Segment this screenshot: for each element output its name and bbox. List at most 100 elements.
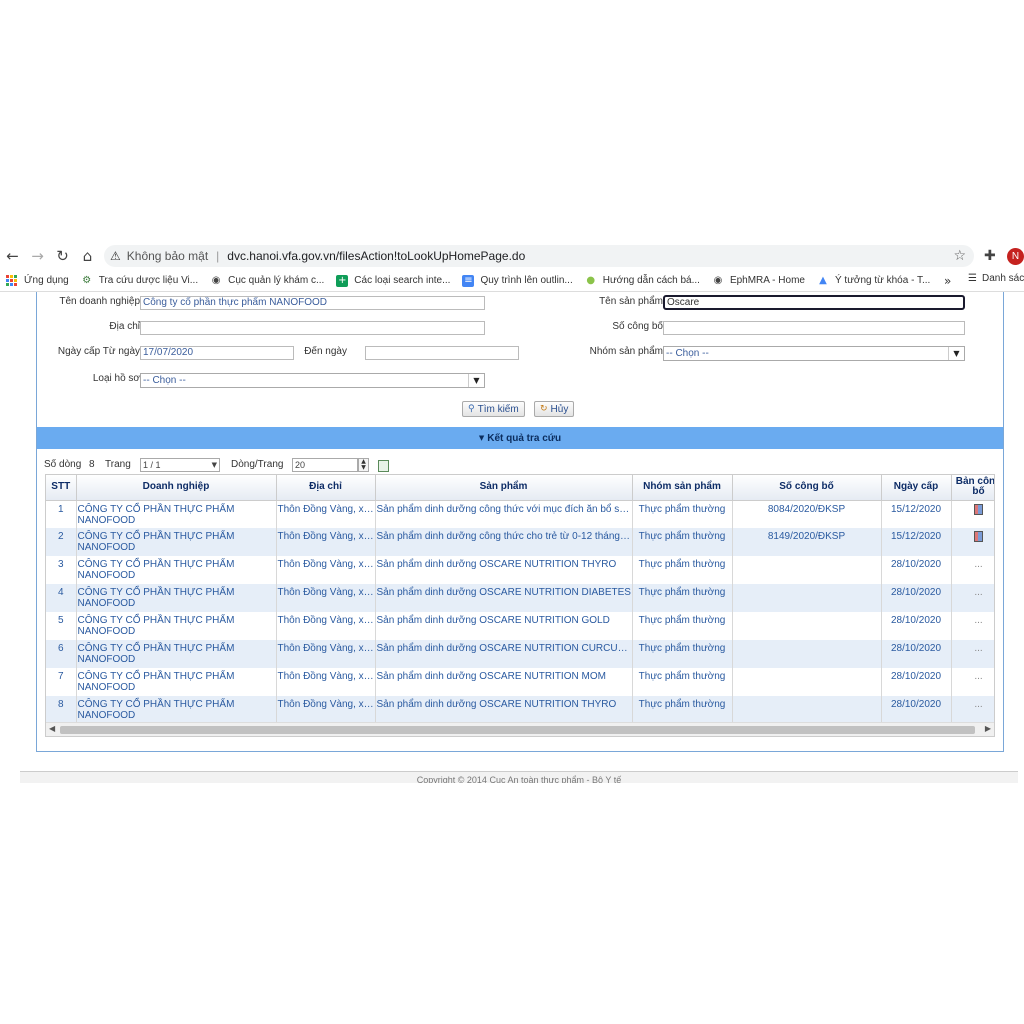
cell-document[interactable]: ... (951, 640, 994, 668)
cell-cert-no (732, 584, 882, 612)
col-header-product[interactable]: Sản phẩm (375, 475, 633, 501)
bookmark-item[interactable]: ⚙ Tra cứu dược liệu Vi... (81, 275, 198, 287)
company-input[interactable]: Công ty cổ phần thực phẩm NANOFOOD (140, 296, 485, 310)
table-row[interactable]: 5 CÔNG TY CỔ PHẦN THỰC PHẨM NANOFOOD Thôn … (46, 612, 994, 640)
cell-stt[interactable]: 5 (46, 612, 77, 640)
col-header-cert-no[interactable]: Số công bố (732, 475, 882, 501)
page-label: Trang (105, 459, 131, 470)
omnibox[interactable]: ⚠ Không bảo mật | dvc.hanoi.vfa.gov.vn/f… (104, 245, 974, 267)
chevron-down-icon[interactable]: ▼ (468, 374, 484, 387)
page-select[interactable]: 1 / 1 ▼ (140, 458, 220, 472)
file-type-label: Loại hồ sơ (92, 373, 140, 384)
bookmarks-overflow-button[interactable]: » (944, 274, 951, 288)
table-row[interactable]: 1 CÔNG TY CỔ PHẦN THỰC PHẨM NANOFOOD Thôn … (46, 500, 994, 528)
col-header-company[interactable]: Doanh nghiệp (76, 475, 277, 501)
cell-document[interactable]: ... (951, 584, 994, 612)
address-input[interactable] (140, 321, 485, 335)
home-icon[interactable]: ⌂ (75, 242, 100, 270)
cert-no-input[interactable] (663, 321, 965, 335)
reading-list-button[interactable]: ☰ Danh sác (968, 273, 1024, 284)
table-row[interactable]: 8 CÔNG TY CỔ PHẦN THỰC PHẨM NANOFOOD Thôn … (46, 696, 994, 724)
cell-address: Thôn Đồng Vàng, xã... (276, 500, 376, 528)
cell-stt[interactable]: 7 (46, 668, 77, 696)
cell-stt[interactable]: 8 (46, 696, 77, 724)
table-row[interactable]: 7 CÔNG TY CỔ PHẦN THỰC PHẨM NANOFOOD Thôn … (46, 668, 994, 696)
cell-date: 28/10/2020 (881, 556, 952, 584)
date-from-label: Ngày cấp Từ ngày (57, 346, 140, 357)
cell-group: Thực phẩm thường (632, 528, 733, 556)
cell-stt[interactable]: 6 (46, 640, 77, 668)
cell-document[interactable]: ... (951, 612, 994, 640)
export-excel-icon[interactable] (378, 460, 389, 472)
product-group-select[interactable]: -- Chọn -- ▼ (663, 346, 965, 361)
document-icon[interactable] (974, 503, 983, 515)
cell-document[interactable]: ... (951, 696, 994, 724)
cell-document[interactable] (951, 500, 994, 528)
date-from-input[interactable]: 17/07/2020 (140, 346, 294, 360)
cell-stt[interactable]: 2 (46, 528, 77, 556)
bookmark-item[interactable]: ◉ EphMRA - Home (712, 275, 805, 287)
cell-company[interactable]: CÔNG TY CỔ PHẦN THỰC PHẨM NANOFOOD (76, 668, 277, 696)
cell-company[interactable]: CÔNG TY CỔ PHẦN THỰC PHẨM NANOFOOD (76, 500, 277, 528)
cancel-button[interactable]: ↻ Hủy (534, 401, 575, 417)
bookmark-item[interactable]: ≡ Quy trình lên outlin... (462, 274, 573, 287)
cell-group: Thực phẩm thường (632, 640, 733, 668)
cell-company[interactable]: CÔNG TY CỔ PHẦN THỰC PHẨM NANOFOOD (76, 696, 277, 724)
col-header-group[interactable]: Nhóm sản phẩm (632, 475, 733, 501)
back-icon[interactable]: ← (0, 242, 25, 270)
cell-company[interactable]: CÔNG TY CỔ PHẦN THỰC PHẨM NANOFOOD (76, 528, 277, 556)
cell-company[interactable]: CÔNG TY CỔ PHẦN THỰC PHẨM NANOFOOD (76, 640, 277, 668)
cell-document[interactable] (951, 528, 994, 556)
per-page-input[interactable]: 20 (292, 458, 358, 472)
scroll-right-icon[interactable]: ▶ (985, 724, 991, 733)
search-button[interactable]: ⚲ Tìm kiếm (462, 401, 525, 417)
cell-company[interactable]: CÔNG TY CỔ PHẦN THỰC PHẨM NANOFOOD (76, 612, 277, 640)
rows-count-label: Số dòng (44, 459, 82, 470)
table-row[interactable]: 4 CÔNG TY CỔ PHẦN THỰC PHẨM NANOFOOD Thôn … (46, 584, 994, 612)
scrollbar-thumb[interactable] (60, 726, 975, 734)
bookmark-item[interactable]: ◉ Cục quản lý khám c... (210, 275, 325, 287)
refresh-icon: ↻ (540, 404, 548, 414)
document-icon[interactable] (974, 531, 983, 542)
scroll-left-icon[interactable]: ◀ (49, 724, 55, 733)
reload-icon[interactable]: ↻ (50, 242, 75, 270)
bookmark-star-icon[interactable]: ☆ (953, 248, 966, 264)
bookmark-item[interactable]: ▲ Ý tưởng từ khóa - T... (817, 275, 930, 287)
cell-stt[interactable]: 3 (46, 556, 77, 584)
col-header-document[interactable]: Bản công bố (951, 475, 994, 501)
cell-company[interactable]: CÔNG TY CỔ PHẦN THỰC PHẨM NANOFOOD (76, 584, 277, 612)
bookmark-label: Ứng dụng (24, 275, 69, 286)
cell-stt[interactable]: 1 (46, 500, 77, 528)
col-header-stt[interactable]: STT (46, 475, 77, 501)
col-header-address[interactable]: Địa chỉ (276, 475, 376, 501)
results-header-bar[interactable]: ▼ Kết quả tra cứu (37, 427, 1003, 449)
chevron-down-icon[interactable]: ▼ (948, 347, 964, 360)
cell-date: 28/10/2020 (881, 584, 952, 612)
product-input[interactable]: Oscare (663, 295, 965, 310)
bookmark-label: Ý tưởng từ khóa - T... (834, 275, 931, 286)
insecure-label[interactable]: Không bảo mật (127, 249, 208, 263)
cert-no-label: Số công bố (612, 321, 663, 332)
file-type-select[interactable]: -- Chọn -- ▼ (140, 373, 485, 388)
cell-document[interactable]: ... (951, 668, 994, 696)
cell-company[interactable]: CÔNG TY CỔ PHẦN THỰC PHẨM NANOFOOD (76, 556, 277, 584)
horizontal-scrollbar[interactable]: ◀ ▶ (46, 722, 994, 736)
gear-icon: ⚙ (82, 274, 92, 286)
profile-avatar[interactable]: N (1007, 248, 1024, 265)
url-text[interactable]: dvc.hanoi.vfa.gov.vn/filesAction!toLookU… (227, 249, 525, 263)
table-row[interactable]: 6 CÔNG TY CỔ PHẦN THỰC PHẨM NANOFOOD Thôn … (46, 640, 994, 668)
cell-stt[interactable]: 4 (46, 584, 77, 612)
per-page-stepper-icon[interactable]: ▲ ▼ (358, 458, 369, 472)
warning-icon[interactable]: ⚠ (110, 249, 121, 263)
chevron-down-icon[interactable]: ▼ (212, 459, 217, 471)
date-to-input[interactable] (365, 346, 519, 360)
cell-document[interactable]: ... (951, 556, 994, 584)
table-row[interactable]: 2 CÔNG TY CỔ PHẦN THỰC PHẨM NANOFOOD Thôn … (46, 528, 994, 556)
bookmark-item[interactable]: ● Hướng dẫn cách bá... (585, 275, 700, 287)
col-header-date[interactable]: Ngày cấp (881, 475, 952, 501)
forward-icon[interactable]: → (25, 242, 50, 270)
table-row[interactable]: 3 CÔNG TY CỔ PHẦN THỰC PHẨM NANOFOOD Thôn … (46, 556, 994, 584)
bookmark-item[interactable]: + Các loại search inte... (336, 274, 450, 287)
bookmark-apps[interactable]: Ứng dụng (6, 274, 69, 287)
extensions-puzzle-icon[interactable]: ✚ (984, 248, 996, 264)
